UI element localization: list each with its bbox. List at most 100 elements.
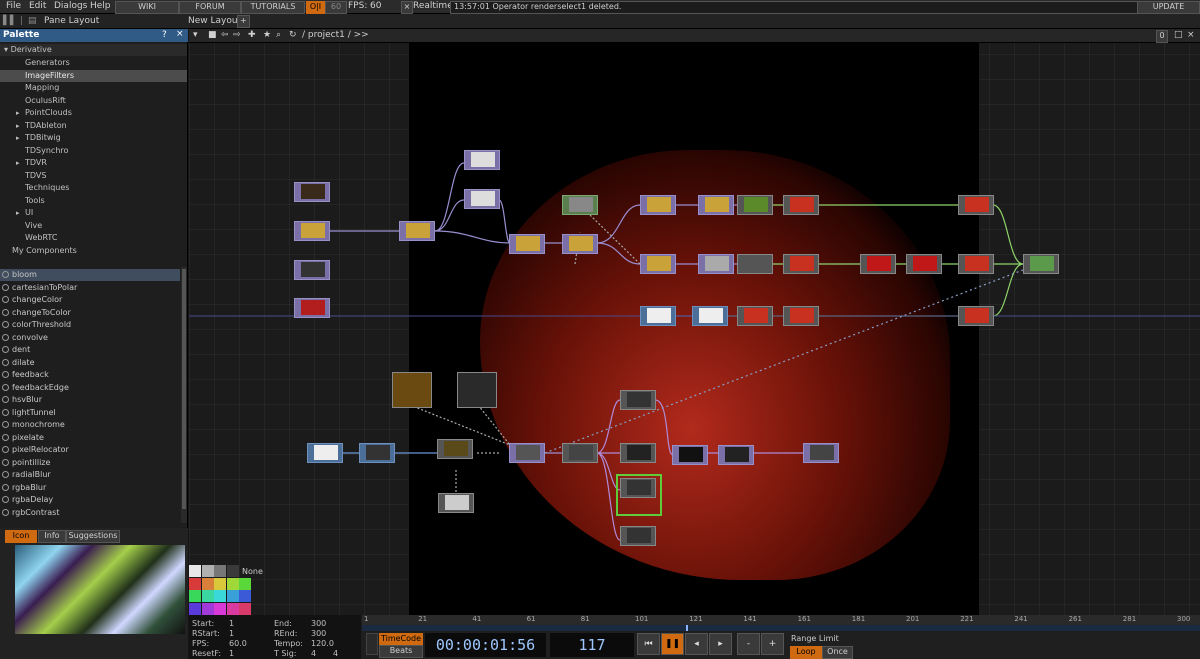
operator-node[interactable]: [640, 195, 676, 215]
operator-node[interactable]: [783, 254, 819, 274]
timeline-handle[interactable]: [366, 633, 378, 655]
timeline-ruler[interactable]: 1 21 41 61 81 101 121 141 161 181 201 221 241 261 281 3…: [362, 615, 1200, 625]
operator-node[interactable]: [958, 195, 994, 215]
operator-node[interactable]: [906, 254, 942, 274]
color-swatch[interactable]: [226, 602, 239, 615]
operator-node[interactable]: [640, 254, 676, 274]
color-swatch[interactable]: [226, 565, 239, 577]
timeline-bar[interactable]: [362, 625, 1200, 631]
resetf-value[interactable]: 1: [229, 649, 234, 658]
color-swatch[interactable]: [201, 565, 214, 577]
fps-value[interactable]: 60.0: [229, 639, 247, 648]
operator-node[interactable]: [860, 254, 896, 274]
color-swatch[interactable]: [201, 602, 214, 615]
operator-node[interactable]: [294, 221, 330, 241]
operator-node[interactable]: [294, 298, 330, 318]
timeline-tick: 261: [1068, 615, 1082, 623]
tempo-value[interactable]: 120.0: [311, 639, 334, 648]
tsig-a-value[interactable]: 4: [311, 649, 316, 658]
step-back-button[interactable]: ◂: [685, 633, 708, 655]
color-swatch[interactable]: [189, 565, 201, 577]
operator-node[interactable]: [294, 260, 330, 280]
operator-node[interactable]: [438, 493, 474, 513]
operator-node[interactable]: [464, 189, 500, 209]
image-node[interactable]: [457, 372, 497, 408]
operator-node[interactable]: [958, 306, 994, 326]
rewind-button[interactable]: ⏮: [637, 633, 660, 655]
pause-button[interactable]: ❚❚: [661, 633, 684, 655]
color-swatch[interactable]: [189, 577, 201, 590]
image-node[interactable]: [392, 372, 432, 408]
color-swatch[interactable]: [239, 602, 251, 615]
operator-node[interactable]: [718, 445, 754, 465]
operator-node[interactable]: [1023, 254, 1059, 274]
operator-node[interactable]: [509, 234, 545, 254]
operator-node[interactable]: [562, 195, 598, 215]
operator-node[interactable]: [803, 443, 839, 463]
timeline-tick: 221: [960, 615, 974, 623]
node-thumbnail: [705, 197, 729, 212]
node-thumbnail: [725, 447, 749, 462]
operator-node[interactable]: [783, 195, 819, 215]
color-swatch[interactable]: [214, 602, 226, 615]
operator-node[interactable]: [640, 306, 676, 326]
timecode-display[interactable]: 00:00:01:56: [425, 633, 546, 657]
color-swatch[interactable]: [201, 590, 214, 602]
color-swatch[interactable]: [214, 577, 226, 590]
beats-toggle[interactable]: Beats: [379, 645, 423, 658]
operator-node[interactable]: [620, 526, 656, 546]
speed-up-button[interactable]: +: [761, 633, 784, 655]
frame-display[interactable]: 117: [550, 633, 634, 657]
operator-node[interactable]: [698, 195, 734, 215]
color-swatch[interactable]: [201, 577, 214, 590]
operator-node[interactable]: [464, 150, 500, 170]
operator-node[interactable]: [692, 306, 728, 326]
operator-node[interactable]: [437, 439, 473, 459]
color-swatch[interactable]: [226, 590, 239, 602]
operator-node[interactable]: [307, 443, 343, 463]
operator-node[interactable]: [737, 195, 773, 215]
color-swatch[interactable]: [226, 577, 239, 590]
node-thumbnail: [627, 528, 651, 543]
operator-node[interactable]: [562, 234, 598, 254]
rend-value[interactable]: 300: [311, 629, 326, 638]
color-swatch[interactable]: [239, 577, 251, 590]
end-value[interactable]: 300: [311, 619, 326, 628]
operator-node[interactable]: [958, 254, 994, 274]
color-swatch[interactable]: [214, 565, 226, 577]
operator-node[interactable]: [399, 221, 435, 241]
rstart-value[interactable]: 1: [229, 629, 234, 638]
operator-node[interactable]: [509, 443, 545, 463]
once-button[interactable]: Once: [822, 646, 853, 659]
tsig-b-value[interactable]: 4: [333, 649, 338, 658]
loop-button[interactable]: Loop: [790, 646, 822, 659]
color-swatch[interactable]: [214, 590, 226, 602]
operator-node[interactable]: [562, 443, 598, 463]
swatch-none-label[interactable]: None: [242, 567, 263, 576]
color-swatch[interactable]: [189, 602, 201, 615]
start-value[interactable]: 1: [229, 619, 234, 628]
timeline-tick: 281: [1122, 615, 1137, 623]
timeline-tick: 21: [418, 615, 428, 623]
color-swatch[interactable]: [239, 590, 251, 602]
node-thumbnail: [516, 236, 540, 251]
node-thumbnail: [790, 197, 814, 212]
operator-node[interactable]: [783, 306, 819, 326]
operator-node[interactable]: [294, 182, 330, 202]
selected-node-outline[interactable]: [616, 474, 662, 516]
operator-node[interactable]: [359, 443, 395, 463]
node-thumbnail: [301, 300, 325, 315]
node-thumbnail: [965, 308, 989, 323]
operator-node[interactable]: [737, 306, 773, 326]
operator-node[interactable]: [620, 443, 656, 463]
step-forward-button[interactable]: ▸: [709, 633, 732, 655]
playhead[interactable]: [686, 625, 688, 631]
operator-node[interactable]: [737, 254, 773, 274]
operator-node[interactable]: [672, 445, 708, 465]
timeline-tick: 81: [580, 615, 590, 623]
operator-node[interactable]: [620, 390, 656, 410]
operator-node[interactable]: [698, 254, 734, 274]
node-thumbnail: [1030, 256, 1054, 271]
color-swatch[interactable]: [189, 590, 201, 602]
speed-down-button[interactable]: -: [737, 633, 760, 655]
